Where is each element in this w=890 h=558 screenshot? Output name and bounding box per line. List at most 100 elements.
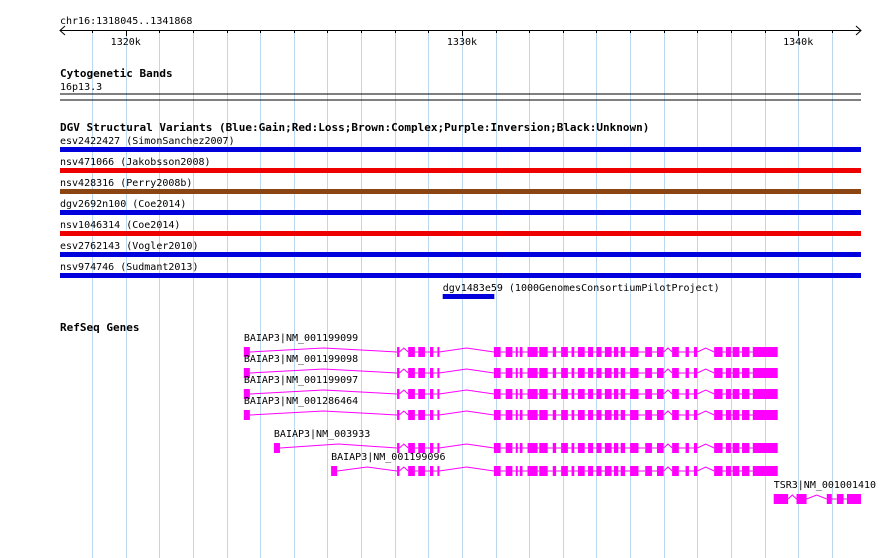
exon [725,443,731,453]
refseq-gene-label: BAIAP3|NM_001199098 [244,354,358,365]
exon [437,389,440,399]
cytoband-track[interactable]: Cytogenetic Bands 16p13.3 [60,67,861,101]
exon [515,347,518,357]
exon [561,466,568,476]
exon [672,466,679,476]
exon [714,368,723,378]
exon [527,389,538,399]
exon [645,368,652,378]
exon [571,389,575,399]
refseq-gene[interactable]: TSR3|NM_001001410 [773,480,876,504]
exon [527,443,538,453]
exon [672,347,679,357]
exon [588,368,594,378]
exon [725,347,731,357]
exon [571,410,575,420]
exon [539,410,548,420]
exon [773,494,789,504]
exon [437,466,440,476]
exon [725,368,731,378]
exon [656,368,664,378]
exon [725,389,731,399]
exon [571,443,575,453]
intron [439,443,494,449]
refseq-gene-label: BAIAP3|NM_001199097 [244,375,358,386]
dgv-variant-label: esv2422427 (SimonSanchez2007) [60,136,235,147]
exon [596,389,602,399]
exon [515,466,518,476]
intron [787,494,797,500]
exon [493,368,501,378]
exon [577,389,585,399]
intron [399,410,409,416]
dgv-variant-label: dgv2692n100 (Coe2014) [60,199,186,210]
dgv-variant[interactable]: esv2422427 (SimonSanchez2007) [60,136,861,152]
exon [604,443,612,453]
dgv-track[interactable]: DGV Structural Variants (Blue:Gain;Red:L… [60,121,861,299]
exon [552,443,557,453]
exon [571,368,575,378]
region-label: chr16:1318045..1341868 [60,16,192,27]
exon [693,443,698,453]
refseq-gene[interactable]: BAIAP3|NM_001199096 [331,452,778,476]
intron [806,494,827,500]
exon [656,389,664,399]
exon [732,410,740,420]
exon [418,368,425,378]
exon [577,410,585,420]
ruler-tick-label: 1320k [111,37,141,48]
exon [656,443,664,453]
intron [439,389,494,395]
dgv-variant[interactable]: nsv471066 (Jakobsson2008) [60,157,861,173]
exon [561,368,568,378]
dgv-variant-bar [60,210,861,215]
exon [752,466,778,476]
exon [519,466,523,476]
exon [836,494,844,504]
exon [552,368,557,378]
dgv-variant[interactable]: nsv428316 (Perry2008b) [60,178,861,194]
exon [752,368,778,378]
exon [620,466,626,476]
refseq-features: BAIAP3|NM_001199099 BAIAP3|NM_001199098 BA… [243,333,876,504]
exon [539,443,548,453]
dgv-variant[interactable]: dgv1483e59 (1000GenomesConsortiumPilotPr… [442,283,720,299]
cytoband-track-title: Cytogenetic Bands [60,67,173,80]
exon [527,466,538,476]
exon [561,443,568,453]
exon [742,347,750,357]
refseq-track[interactable]: RefSeq Genes BAIAP3|NM_001199099BAIAP3|N… [60,321,876,504]
exon [645,389,652,399]
refseq-gene-label: BAIAP3|NM_001199096 [331,452,445,463]
exon [613,389,619,399]
exon [539,389,548,399]
exon [714,389,723,399]
exon [693,347,698,357]
exon [672,410,679,420]
exon [596,410,602,420]
intron [439,347,494,353]
exon [493,443,501,453]
exon [742,466,750,476]
exon [505,368,513,378]
exon [732,368,740,378]
exon [742,410,750,420]
exon [430,389,434,399]
exon [571,466,575,476]
dgv-variant-bar [60,168,861,173]
dgv-variant[interactable]: nsv974746 (Sudmant2013) [60,262,861,278]
refseq-gene[interactable]: BAIAP3|NM_003933 [273,429,778,453]
ruler-track[interactable]: chr16:1318045..1341868 1320k 1330k 1340k [59,16,862,48]
dgv-variant[interactable]: dgv2692n100 (Coe2014) [60,199,861,215]
dgv-variant[interactable]: nsv1046314 (Coe2014) [60,220,861,236]
exon [620,410,626,420]
dgv-variant[interactable]: esv2762143 (Vogler2010) [60,241,861,257]
dgv-variant-label: dgv1483e59 (1000GenomesConsortiumPilotPr… [443,283,720,294]
utr-block [331,466,338,476]
exon [588,389,594,399]
exon [588,443,594,453]
utr-block [243,410,250,420]
exon [515,410,518,420]
dgv-variant-label: nsv1046314 (Coe2014) [60,220,180,231]
exon [505,443,513,453]
